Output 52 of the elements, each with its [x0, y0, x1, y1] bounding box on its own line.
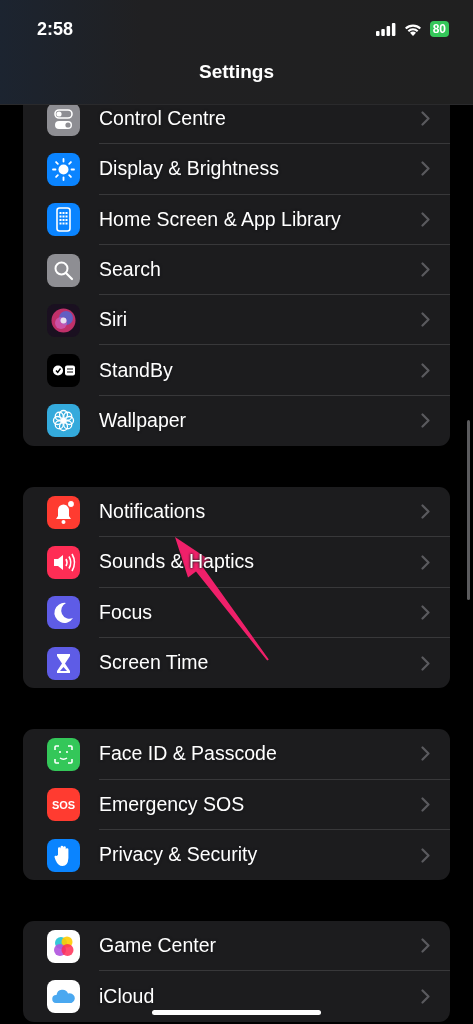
- bell-icon: [47, 495, 80, 529]
- settings-item[interactable]: Privacy & Security: [99, 840, 258, 870]
- sos-icon: SOS: [47, 788, 80, 822]
- chevron-icon: [421, 211, 430, 227]
- chevron-icon: [421, 938, 430, 954]
- chevron-icon: [421, 312, 430, 328]
- chevron-icon: [421, 554, 430, 570]
- settings-item[interactable]: StandBy: [99, 355, 173, 385]
- settings-item[interactable]: Screen Time: [99, 648, 209, 678]
- page-title: Settings: [198, 60, 275, 84]
- settings-item[interactable]: Control Centre: [99, 105, 226, 134]
- flower-icon: [47, 404, 80, 438]
- chevron-icon: [421, 796, 430, 812]
- chevron-icon: [421, 161, 430, 177]
- clock-card-icon: [47, 354, 80, 388]
- chevron-icon: [421, 111, 430, 127]
- phone-grid-icon: [47, 203, 80, 237]
- chevron-icon: [421, 989, 430, 1005]
- settings-item[interactable]: iCloud: [99, 981, 155, 1012]
- settings-item[interactable]: Notifications: [99, 497, 206, 527]
- settings-item[interactable]: Game Center: [99, 931, 217, 961]
- wifi-icon: [403, 22, 422, 36]
- hand-icon: [47, 838, 80, 872]
- toggles-icon: [47, 105, 80, 136]
- settings-item[interactable]: Emergency SOS: [99, 789, 245, 819]
- settings-item[interactable]: Focus: [99, 597, 153, 627]
- chevron-icon: [421, 413, 430, 429]
- settings-item[interactable]: Wallpaper: [99, 406, 187, 436]
- settings-item[interactable]: Home Screen & App Library: [99, 204, 341, 234]
- moon-icon: [47, 596, 80, 630]
- chevron-icon: [421, 262, 430, 278]
- settings-item[interactable]: Display & Brightness: [99, 154, 279, 184]
- face-scan-icon: [47, 737, 80, 771]
- search-icon: [47, 253, 80, 287]
- speaker-icon: [47, 546, 80, 579]
- settings-item[interactable]: Face ID & Passcode: [99, 739, 277, 769]
- chevron-icon: [421, 504, 430, 520]
- chevron-icon: [421, 746, 430, 762]
- chevron-icon: [421, 362, 430, 378]
- signal-icon: [375, 22, 396, 36]
- hourglass-icon: [47, 646, 80, 680]
- chevron-icon: [421, 847, 430, 863]
- cloud-icon: [47, 980, 80, 1014]
- chevron-icon: [421, 655, 430, 671]
- settings-item[interactable]: Search: [99, 254, 161, 285]
- battery-level: 80: [429, 21, 449, 37]
- sun-icon: [47, 152, 80, 186]
- settings-item[interactable]: Siri: [99, 305, 128, 335]
- bubbles-icon: [47, 929, 80, 963]
- orb-icon: [47, 303, 80, 337]
- status-time: 2:58: [37, 17, 74, 41]
- chevron-icon: [421, 604, 430, 620]
